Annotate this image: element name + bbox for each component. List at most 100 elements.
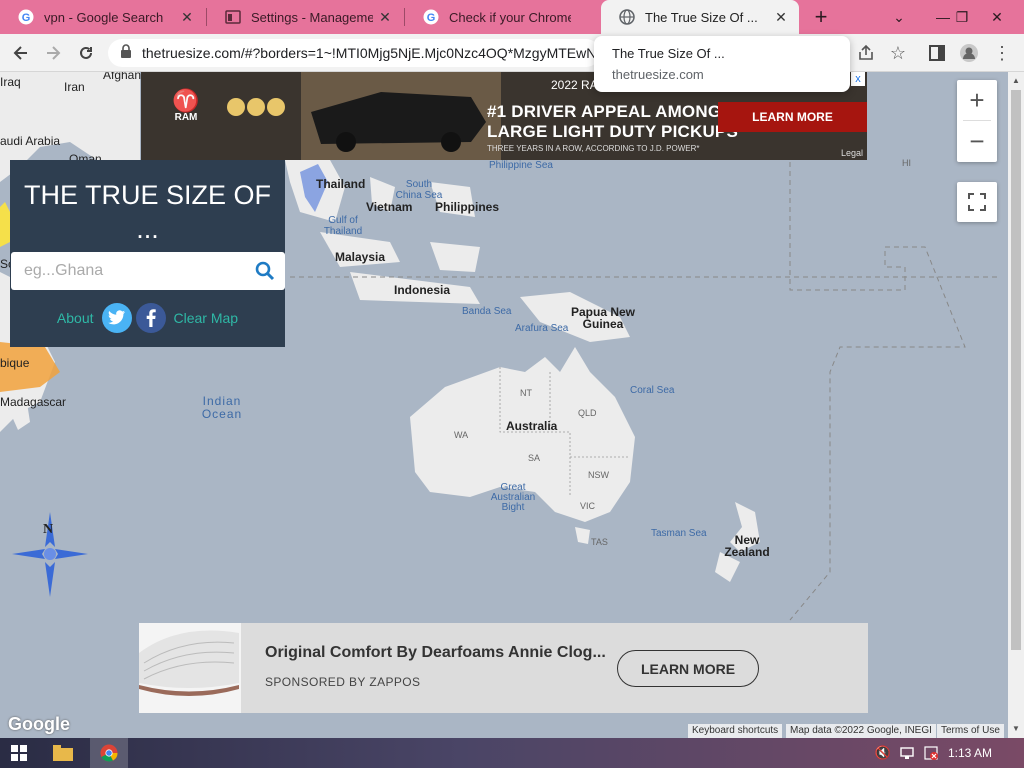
ram-brand-text: RAM bbox=[174, 112, 198, 123]
world-map[interactable]: Iraq Iran Afghan audi Arabia Oman So Tha… bbox=[0, 72, 1024, 738]
reload-icon[interactable] bbox=[73, 40, 99, 66]
browser-toolbar: thetruesize.com/#?borders=1~!MTI0Mjg5NjE… bbox=[0, 34, 1024, 72]
clear-map-link[interactable]: Clear Map bbox=[174, 310, 239, 326]
label-wa: WA bbox=[454, 430, 469, 440]
label-saudi-arabia: audi Arabia bbox=[0, 134, 61, 148]
label-nsw: NSW bbox=[588, 470, 609, 480]
terms-of-use-link[interactable]: Terms of Use bbox=[937, 724, 1004, 738]
new-tab-button[interactable]: + bbox=[808, 4, 834, 29]
bookmark-star-icon[interactable]: ☆ bbox=[885, 40, 911, 66]
tab-the-true-size[interactable]: The True Size Of ... ✕ bbox=[601, 0, 799, 34]
google-logo[interactable]: Google bbox=[8, 714, 70, 735]
label-iraq: Iraq bbox=[0, 75, 21, 89]
ad-headline: #1 DRIVER APPEAL AMONG LARGE LIGHT DUTY … bbox=[487, 102, 738, 142]
google-icon: G bbox=[423, 9, 439, 25]
ad-learn-more-button[interactable]: LEARN MORE bbox=[718, 102, 867, 132]
file-explorer-icon[interactable] bbox=[48, 738, 78, 768]
scroll-up-arrow-icon[interactable]: ▲ bbox=[1012, 76, 1020, 85]
label-great-australian-bight: Great Australian Bight bbox=[490, 482, 536, 513]
windows-taskbar: 🔇 1:13 AM bbox=[0, 738, 1024, 768]
windows-start-icon[interactable] bbox=[4, 738, 34, 768]
hover-card-domain: thetruesize.com bbox=[612, 67, 704, 82]
ram-head-icon: ♈ bbox=[172, 88, 200, 113]
ad-legal-link[interactable]: Legal bbox=[841, 148, 863, 158]
svg-text:G: G bbox=[22, 12, 31, 24]
label-afghanistan: Afghan bbox=[103, 72, 142, 82]
map-data-attribution: Map data ©2022 Google, INEGI bbox=[786, 724, 936, 738]
award-badges-icon bbox=[227, 98, 287, 134]
tab-title: vpn - Google Search bbox=[44, 9, 164, 25]
label-iran: Iran bbox=[64, 80, 85, 94]
panel-title: THE TRUE SIZE OF ... bbox=[23, 180, 272, 244]
fullscreen-button[interactable] bbox=[957, 182, 997, 222]
tab-vpn-google-search[interactable]: G vpn - Google Search ✕ bbox=[0, 0, 205, 34]
compass-north-label: N bbox=[43, 522, 54, 537]
page-scrollbar[interactable]: ▲ ▼ bbox=[1008, 72, 1024, 738]
notification-error-icon[interactable] bbox=[922, 738, 940, 768]
restore-icon[interactable]: ❐ bbox=[945, 0, 979, 34]
tab-settings-management[interactable]: Settings - Management ✕ bbox=[207, 0, 403, 34]
country-search-box[interactable] bbox=[11, 252, 285, 290]
ad-close-icon[interactable]: x bbox=[851, 72, 865, 86]
network-icon[interactable] bbox=[898, 738, 916, 768]
close-tab-icon[interactable]: ✕ bbox=[179, 9, 195, 25]
label-philippine-sea: Philippine Sea bbox=[489, 160, 553, 171]
facebook-icon[interactable] bbox=[135, 303, 166, 333]
ad-sponsor-text: SPONSORED BY ZAPPOS bbox=[265, 675, 421, 689]
volume-muted-icon[interactable]: 🔇 bbox=[874, 738, 892, 768]
zoom-out-button[interactable]: − bbox=[957, 121, 997, 161]
chrome-taskbar-icon[interactable] bbox=[90, 738, 128, 768]
country-search-input[interactable] bbox=[24, 262, 244, 280]
tab-hover-card: The True Size Of ... thetruesize.com bbox=[594, 36, 850, 92]
lock-icon[interactable] bbox=[120, 43, 132, 63]
taskbar-clock[interactable]: 1:13 AM bbox=[948, 738, 992, 768]
zoom-in-button[interactable]: + bbox=[957, 80, 997, 120]
label-tasman-sea: Tasman Sea bbox=[651, 528, 707, 539]
close-tab-icon[interactable]: ✕ bbox=[377, 9, 393, 25]
tab-title: The True Size Of ... bbox=[645, 9, 758, 25]
google-icon: G bbox=[18, 9, 34, 25]
label-coral-sea: Coral Sea bbox=[630, 385, 675, 396]
label-new-zealand: New Zealand bbox=[724, 533, 770, 559]
label-indian-ocean: Indian Ocean bbox=[201, 394, 243, 421]
side-panel-icon[interactable] bbox=[924, 40, 950, 66]
tab-title: Check if your Chrome br bbox=[449, 9, 571, 25]
label-malaysia: Malaysia bbox=[335, 250, 386, 264]
label-hi: HI bbox=[902, 158, 911, 168]
menu-kebab-icon[interactable]: ⋮ bbox=[989, 40, 1015, 66]
label-mozambique: bique bbox=[0, 356, 30, 370]
address-bar[interactable]: thetruesize.com/#?borders=1~!MTI0Mjg5NjE… bbox=[108, 39, 600, 67]
hover-card-title: The True Size Of ... bbox=[612, 46, 725, 61]
ad-headline-line1: #1 DRIVER APPEAL AMONG bbox=[487, 102, 722, 121]
twitter-icon[interactable] bbox=[101, 303, 132, 333]
about-link[interactable]: About bbox=[57, 310, 94, 326]
search-icon[interactable] bbox=[255, 261, 275, 286]
label-tas: TAS bbox=[591, 537, 608, 547]
tab-check-chrome[interactable]: G Check if your Chrome br bbox=[405, 0, 600, 34]
keyboard-shortcuts-link[interactable]: Keyboard shortcuts bbox=[688, 724, 783, 738]
zoom-controls: + − bbox=[957, 80, 997, 162]
back-arrow-icon[interactable] bbox=[8, 40, 34, 66]
ad-learn-more-button[interactable]: LEARN MORE bbox=[617, 650, 759, 687]
ad-subtext: THREE YEARS IN A ROW, ACCORDING TO J.D. … bbox=[487, 144, 700, 153]
label-vic: VIC bbox=[580, 501, 596, 511]
label-thailand: Thailand bbox=[316, 177, 366, 191]
scroll-thumb[interactable] bbox=[1011, 90, 1021, 650]
label-papua-new-guinea: Papua New Guinea bbox=[570, 305, 636, 331]
panel-links: About Clear Map bbox=[10, 302, 285, 334]
forward-arrow-icon[interactable] bbox=[40, 40, 66, 66]
ad-product-title[interactable]: Original Comfort By Dearfoams Annie Clog… bbox=[265, 644, 606, 662]
scroll-down-arrow-icon[interactable]: ▼ bbox=[1012, 724, 1020, 733]
globe-icon bbox=[619, 9, 635, 25]
close-tab-icon[interactable]: ✕ bbox=[773, 9, 789, 25]
tab-search-chevron-icon[interactable]: ⌄ bbox=[882, 0, 916, 34]
close-window-icon[interactable]: ✕ bbox=[980, 0, 1014, 34]
ram-logo: ♈ RAM bbox=[166, 88, 206, 124]
true-size-panel: THE TRUE SIZE OF ... About Clear Map bbox=[10, 160, 285, 347]
label-banda-sea: Banda Sea bbox=[462, 306, 512, 317]
label-madagascar: Madagascar bbox=[0, 395, 67, 409]
label-south-china-sea: South China Sea bbox=[395, 179, 443, 201]
profile-avatar-icon[interactable] bbox=[956, 40, 982, 66]
share-icon[interactable] bbox=[853, 40, 879, 66]
zappos-ad[interactable]: Original Comfort By Dearfoams Annie Clog… bbox=[139, 623, 868, 713]
